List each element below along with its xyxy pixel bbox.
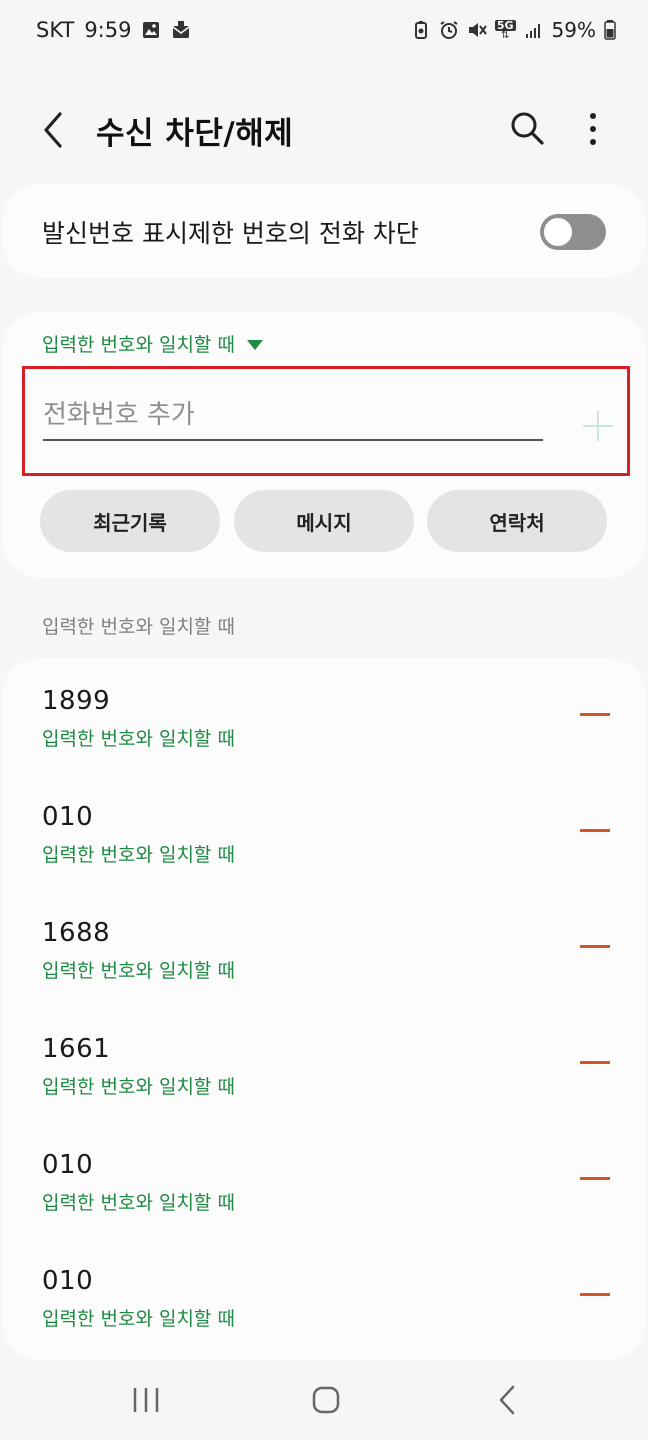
source-buttons: 최근기록 메시지 연락처 — [2, 490, 648, 552]
blocked-section-label: 입력한 번호와 일치할 때 — [42, 616, 235, 638]
back-arrow-icon[interactable] — [34, 108, 74, 152]
alarm-icon — [440, 21, 458, 39]
search-icon[interactable] — [506, 108, 548, 150]
dropdown-arrow-icon — [246, 340, 263, 350]
blocked-rule: 입력한 번호와 일치할 때 — [42, 960, 235, 982]
battery-percent: 59% — [551, 18, 596, 42]
navigation-bar — [0, 1360, 648, 1440]
plus-icon[interactable] — [581, 409, 615, 443]
carrier-label: SKT — [36, 18, 75, 42]
list-item[interactable]: 1688 입력한 번호와 일치할 때 — [2, 890, 646, 1006]
blocked-number: 010 — [42, 802, 94, 832]
match-rule-dropdown[interactable]: 입력한 번호와 일치할 때 — [42, 330, 263, 357]
gallery-notification-icon — [143, 22, 160, 38]
status-bar: SKT 9:59 5G ⇅ 59% — [0, 0, 648, 62]
signal-icon — [525, 24, 540, 38]
minus-icon[interactable] — [580, 944, 610, 950]
battery-saver-icon — [414, 21, 427, 39]
page-title: 수신 차단/해제 — [96, 116, 294, 152]
list-item[interactable]: 010 입력한 번호와 일치할 때 — [2, 774, 646, 890]
more-vertical-icon[interactable] — [578, 108, 608, 150]
nav-back-icon[interactable] — [488, 1380, 528, 1420]
app-header: 수신 차단/해제 — [0, 96, 648, 166]
blocked-rule: 입력한 번호와 일치할 때 — [42, 844, 235, 866]
minus-icon[interactable] — [580, 1060, 610, 1066]
recent-calls-button[interactable]: 최근기록 — [40, 490, 220, 552]
minus-icon[interactable] — [580, 828, 610, 834]
messages-button[interactable]: 메시지 — [234, 490, 414, 552]
home-icon[interactable] — [306, 1380, 346, 1420]
network-indicator: 5G ⇅ — [494, 18, 516, 41]
blocked-rule: 입력한 번호와 일치할 때 — [42, 1192, 235, 1214]
contacts-button[interactable]: 연락처 — [427, 490, 607, 552]
mute-icon — [468, 23, 487, 37]
blocked-numbers-list: 1899 입력한 번호와 일치할 때 010 입력한 번호와 일치할 때 168… — [2, 658, 646, 1360]
blocked-rule: 입력한 번호와 일치할 때 — [42, 1308, 235, 1330]
minus-icon[interactable] — [580, 712, 610, 718]
blocked-number: 1688 — [42, 918, 111, 948]
recents-icon[interactable] — [126, 1380, 166, 1420]
block-unknown-card[interactable]: 발신번호 표시제한 번호의 전화 차단 — [2, 184, 646, 278]
block-unknown-label: 발신번호 표시제한 번호의 전화 차단 — [42, 219, 419, 248]
message-notification-icon — [173, 21, 190, 38]
toggle-knob — [542, 216, 574, 248]
blocked-rule: 입력한 번호와 일치할 때 — [42, 1076, 235, 1098]
blocked-rule: 입력한 번호와 일치할 때 — [42, 728, 235, 750]
list-item[interactable]: 010 입력한 번호와 일치할 때 — [2, 1238, 646, 1354]
list-item[interactable]: 010 입력한 번호와 일치할 때 — [2, 1122, 646, 1238]
minus-icon[interactable] — [580, 1176, 610, 1182]
minus-icon[interactable] — [580, 1292, 610, 1298]
status-left: SKT 9:59 — [36, 18, 191, 42]
phone-input-highlight — [22, 366, 630, 476]
blocked-number: 1661 — [42, 1034, 111, 1064]
phone-number-input[interactable] — [43, 391, 543, 441]
clock: 9:59 — [84, 18, 132, 42]
list-item[interactable]: 1661 입력한 번호와 일치할 때 — [2, 1006, 646, 1122]
network-type: 5G — [494, 18, 516, 32]
blocked-number: 1899 — [42, 686, 111, 716]
block-unknown-toggle[interactable] — [540, 214, 606, 250]
battery-icon — [604, 20, 616, 40]
blocked-number: 010 — [42, 1150, 94, 1180]
list-item[interactable]: 1899 입력한 번호와 일치할 때 — [2, 658, 646, 774]
blocked-number: 010 — [42, 1266, 94, 1296]
status-right: 5G ⇅ 59% — [411, 18, 616, 42]
add-number-card: 입력한 번호와 일치할 때 최근기록 메시지 연락처 — [2, 312, 646, 578]
match-rule-label: 입력한 번호와 일치할 때 — [42, 334, 235, 356]
